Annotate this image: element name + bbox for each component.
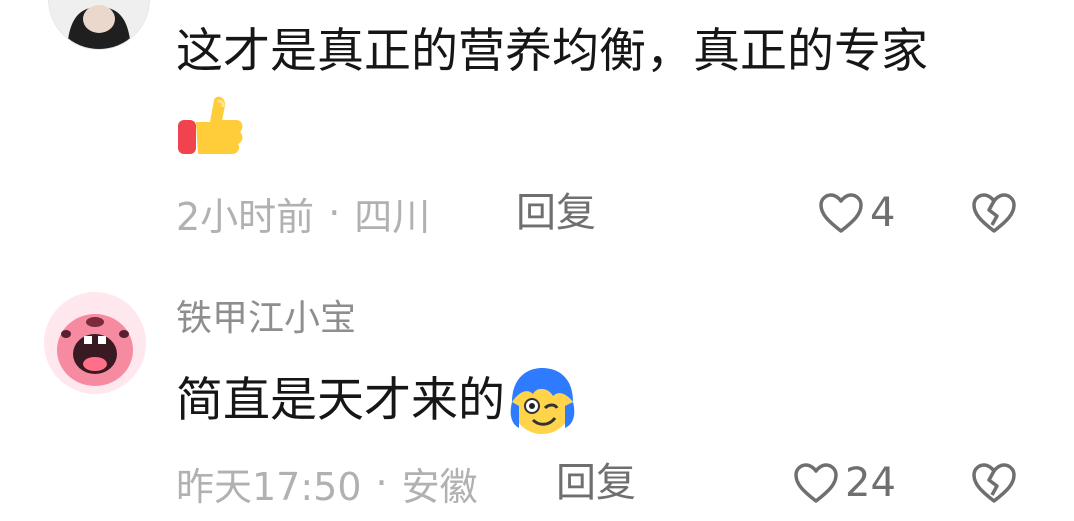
comment-location: 四川	[354, 194, 431, 239]
like-button[interactable]: 4	[818, 186, 895, 240]
user-avatar[interactable]	[48, 0, 150, 50]
comment-text: 简直是天才来的	[176, 373, 505, 428]
meta-separator: ·	[375, 461, 388, 505]
username[interactable]: 铁甲江小宝	[176, 296, 356, 342]
reply-button[interactable]: 回复	[556, 456, 636, 510]
comment-content: 简直是天才来的	[176, 366, 577, 436]
like-count: 24	[845, 460, 896, 506]
heart-icon	[818, 192, 864, 234]
broken-heart-icon	[971, 192, 1017, 234]
comment-time: 昨天17:50	[176, 464, 362, 509]
comment-meta: 2小时前 · 四川	[176, 186, 430, 240]
dislike-button[interactable]	[968, 456, 1020, 510]
dislike-button[interactable]	[968, 186, 1020, 240]
like-count: 4	[870, 190, 896, 236]
thumbs-up-icon	[176, 94, 246, 164]
user-avatar[interactable]	[44, 292, 146, 394]
like-button[interactable]: 24	[793, 456, 896, 510]
reply-button[interactable]: 回复	[516, 186, 596, 240]
comment-time: 2小时前	[176, 194, 315, 239]
comment-text: 这才是真正的营养均衡，真正的专家	[176, 24, 928, 79]
comment-location: 安徽	[401, 464, 478, 509]
comment-meta: 昨天17:50 · 安徽	[176, 456, 478, 510]
broken-heart-icon	[971, 462, 1017, 504]
heart-icon	[793, 462, 839, 504]
meta-separator: ·	[328, 191, 341, 235]
goofy-blue-hair-face-icon	[507, 366, 577, 436]
